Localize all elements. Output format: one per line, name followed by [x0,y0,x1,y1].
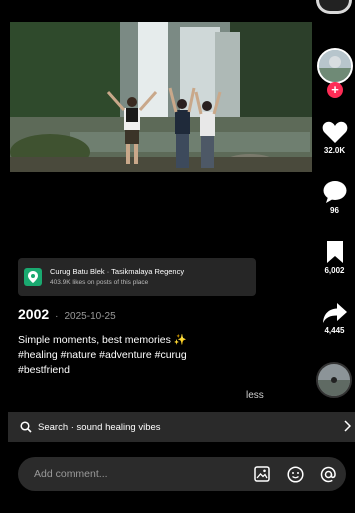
post-date: 2025-10-25 [64,311,116,322]
bookmark-icon [326,241,343,263]
save-count: 6,002 [324,266,345,275]
location-subtitle: 403.9K likes on posts of this place [50,279,149,286]
search-bar[interactable]: Search · sound healing vibes [8,412,355,442]
waterfall-scene-image [10,22,312,172]
share-arrow-icon [322,303,347,323]
author-name[interactable]: 2002 [18,306,49,322]
like-count: 32.0K [323,146,346,155]
music-disc[interactable] [316,362,352,398]
save-button[interactable]: 6,002 [314,240,355,275]
video-frame[interactable] [10,22,312,172]
comment-bubble-icon [323,181,346,203]
action-rail: + 32.0K 96 6,002 4,445 [314,0,355,420]
search-icon [20,421,32,433]
image-icon[interactable] [252,464,272,484]
comment-input[interactable]: Add comment... [18,457,346,491]
location-pin-icon [24,268,42,286]
like-button[interactable]: 32.0K [314,120,355,155]
mention-icon[interactable] [318,464,338,484]
emoji-icon[interactable] [285,464,305,484]
comment-button[interactable]: 96 [314,180,355,215]
comment-placeholder: Add comment... [34,468,108,480]
creator-avatar[interactable] [317,48,353,84]
heart-icon [322,121,347,143]
location-tag[interactable]: Curug Batu Blek · Tasikmalaya Regency 40… [18,258,256,296]
search-label: Search · sound healing vibes [38,421,161,433]
comment-count: 96 [330,206,339,215]
less-toggle[interactable]: less [246,390,264,401]
share-button[interactable]: 4,445 [314,302,355,335]
avatar-icon [319,50,351,82]
follow-button[interactable]: + [327,82,343,98]
meta-separator: · [55,311,59,322]
post-caption: Simple moments, best memories ✨ #healing… [18,334,187,376]
post-meta: 2002 · 2025-10-25 [18,306,116,322]
share-count: 4,445 [324,326,345,335]
chevron-right-icon [344,420,351,432]
sound-disc-icon [318,364,350,396]
location-title: Curug Batu Blek · Tasikmalaya Regency [50,267,185,276]
